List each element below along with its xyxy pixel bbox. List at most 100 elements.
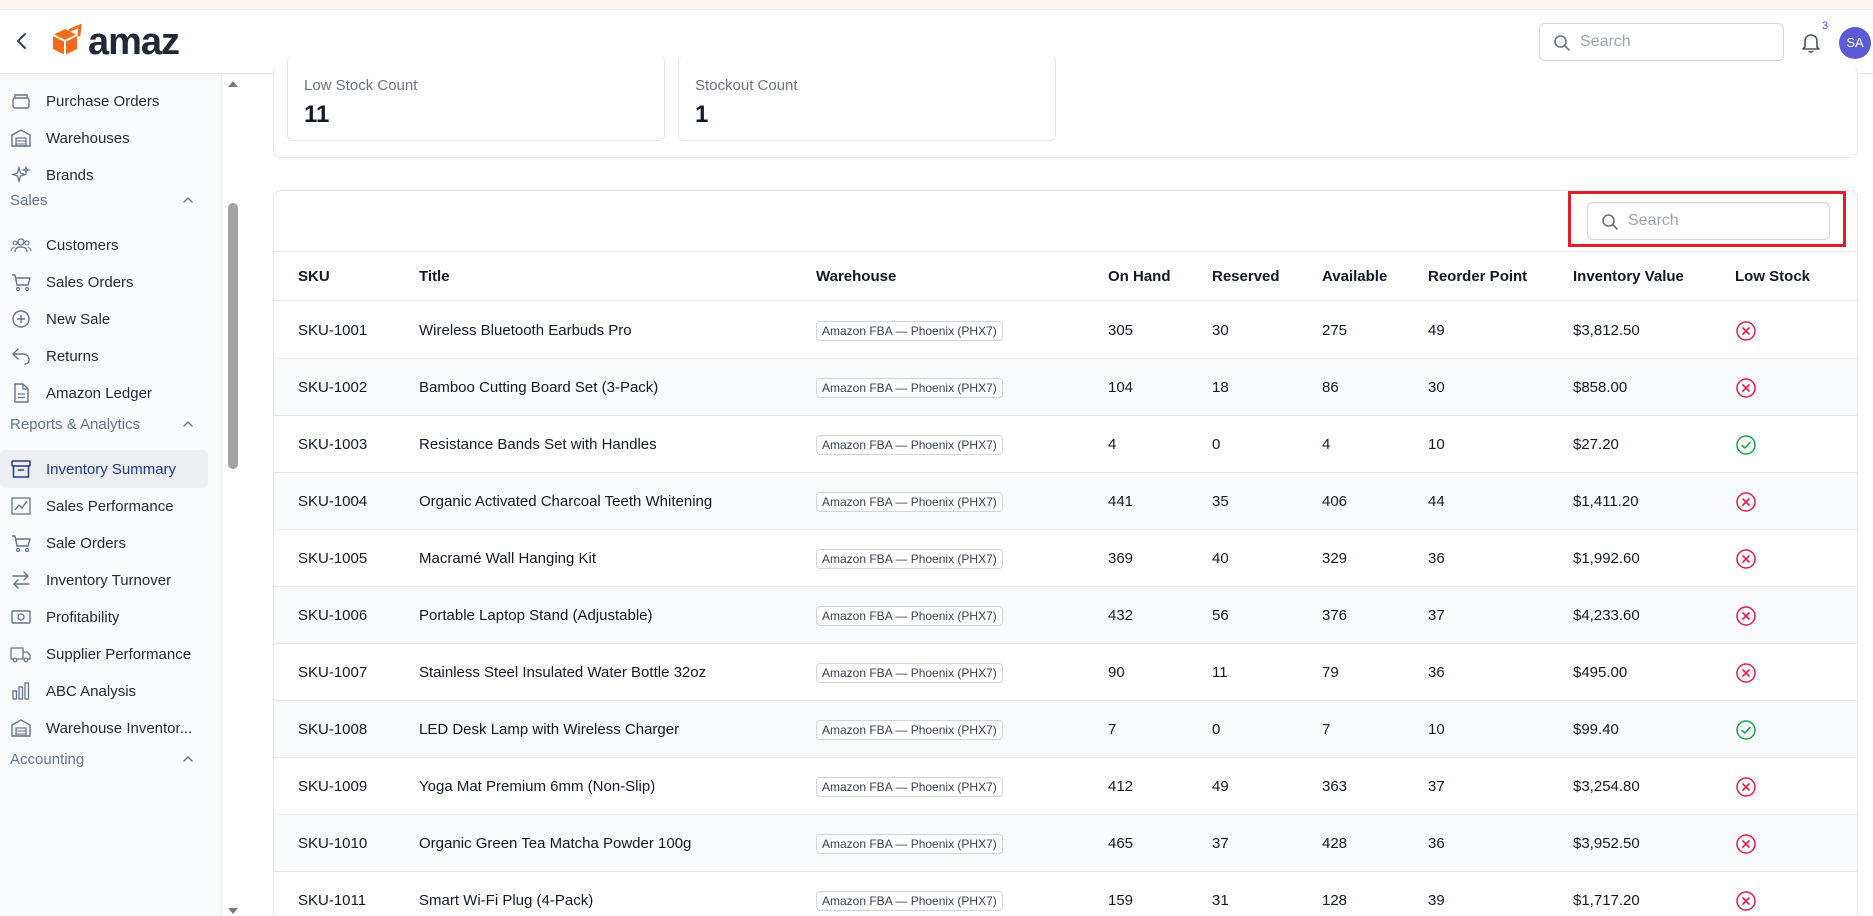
cell-on-hand: 4 (1108, 436, 1117, 453)
column-header-reserved[interactable]: Reserved (1212, 268, 1280, 285)
x-circle-icon (1736, 378, 1756, 398)
truck-icon (10, 647, 31, 663)
warehouse-badge: Amazon FBA — Phoenix (PHX7) (816, 777, 1003, 797)
scroll-up-arrow-icon[interactable] (226, 79, 240, 89)
column-header-sku[interactable]: SKU (298, 268, 330, 285)
notification-count: 3 (1822, 20, 1829, 32)
bar-chart-icon (12, 682, 30, 700)
column-header-reorder-point[interactable]: Reorder Point (1428, 268, 1527, 285)
sidebar-item-returns[interactable]: Returns (0, 337, 208, 375)
notifications-button[interactable] (1798, 30, 1824, 56)
sidebar-item-new-sale[interactable]: New Sale (0, 300, 208, 338)
cell-available: 86 (1322, 379, 1339, 396)
cell-available: 363 (1322, 778, 1348, 795)
section-title-reports: Reports & Analytics (10, 416, 141, 433)
sidebar-item-brands[interactable]: Brands (0, 156, 208, 194)
box-icon (12, 94, 30, 109)
search-icon (1554, 35, 1570, 51)
app-logo[interactable]: amaz (48, 22, 180, 62)
column-header-low-stock[interactable]: Low Stock (1735, 268, 1810, 285)
sidebar-item-purchase-orders[interactable]: Purchase Orders (0, 82, 208, 120)
sidebar-item-sales-orders[interactable]: Sales Orders (0, 263, 208, 301)
cell-title: Wireless Bluetooth Earbuds Pro (419, 322, 632, 339)
cell-reorder-point: 36 (1428, 664, 1445, 681)
cell-title: Stainless Steel Insulated Water Bottle 3… (419, 664, 707, 681)
table-row[interactable]: SKU-1005 Macramé Wall Hanging Kit 369 40 329… (274, 530, 1857, 587)
users-icon (10, 238, 32, 253)
sidebar-item-customers[interactable]: Customers (0, 226, 208, 264)
sidebar-scrollbar[interactable] (226, 75, 240, 916)
plus-circle-icon (12, 310, 30, 328)
cell-available: 428 (1322, 835, 1348, 852)
section-title-accounting: Accounting (10, 751, 85, 768)
cell-reorder-point: 36 (1428, 835, 1445, 852)
cell-title: Macramé Wall Hanging Kit (419, 550, 597, 567)
sidebar-item-sale-orders[interactable]: Sale Orders (0, 524, 208, 562)
cell-title: Smart Wi-Fi Plug (4-Pack) (419, 892, 594, 909)
column-header-warehouse[interactable]: Warehouse (816, 268, 896, 285)
sidebar-item-supplier-performance[interactable]: Supplier Performance (0, 635, 208, 673)
table-header: SKU Title Warehouse On Hand Reserved Ava… (274, 251, 1857, 301)
table-row[interactable]: SKU-1008 LED Desk Lamp with Wireless Char… (274, 701, 1857, 758)
cell-reserved: 49 (1212, 778, 1229, 795)
stat-value: 1 (695, 101, 709, 128)
x-circle-icon (1736, 663, 1756, 683)
scroll-down-arrow-icon[interactable] (226, 906, 240, 916)
table-row[interactable]: SKU-1009 Yoga Mat Premium 6mm (Non-Slip) 4… (274, 758, 1857, 815)
cell-inventory-value: $3,812.50 (1573, 322, 1640, 339)
sidebar-item-abc-analysis[interactable]: ABC Analysis (0, 672, 208, 710)
chevron-up-icon[interactable] (180, 416, 196, 432)
table-row[interactable]: SKU-1001 Wireless Bluetooth Earbuds Pro 30… (274, 302, 1857, 359)
chart-line-icon (11, 497, 31, 515)
column-header-on-hand[interactable]: On Hand (1108, 268, 1171, 285)
table-row[interactable]: SKU-1007 Stainless Steel Insulated Water … (274, 644, 1857, 701)
inventory-table-card: SKU Title Warehouse On Hand Reserved Ava… (273, 190, 1858, 916)
header-search[interactable] (1539, 23, 1784, 61)
cell-sku: SKU-1009 (298, 778, 368, 795)
back-button[interactable] (12, 30, 32, 52)
warehouse-badge: Amazon FBA — Phoenix (PHX7) (816, 492, 1003, 512)
table-row[interactable]: SKU-1002 Bamboo Cutting Board Set (3-Pack… (274, 359, 1857, 416)
header-search-input[interactable] (1580, 24, 1775, 60)
column-header-title[interactable]: Title (419, 268, 450, 285)
table-row[interactable]: SKU-1011 Smart Wi-Fi Plug (4-Pack) 159 31 12… (274, 872, 1857, 916)
cell-available: 275 (1322, 322, 1348, 339)
stat-low-stock: Low Stock Count 11 (287, 55, 665, 141)
cell-available: 128 (1322, 892, 1348, 909)
sidebar-item-sales-performance[interactable]: Sales Performance (0, 487, 208, 525)
cell-sku: SKU-1001 (298, 322, 368, 339)
sidebar-item-warehouse-inventory[interactable]: Warehouse Inventor... (0, 709, 208, 747)
cell-on-hand: 432 (1108, 607, 1134, 624)
cell-sku: SKU-1002 (298, 379, 368, 396)
cell-reserved: 56 (1212, 607, 1229, 624)
cell-available: 7 (1322, 721, 1331, 738)
cell-on-hand: 369 (1108, 550, 1134, 567)
chevron-up-icon[interactable] (180, 751, 196, 767)
sidebar-item-amazon-ledger[interactable]: Amazon Ledger (0, 374, 208, 412)
table-row[interactable]: SKU-1004 Organic Activated Charcoal Teeth… (274, 473, 1857, 530)
warehouse-badge: Amazon FBA — Phoenix (PHX7) (816, 321, 1003, 341)
cell-sku: SKU-1008 (298, 721, 368, 738)
avatar[interactable]: SA (1839, 27, 1871, 59)
cell-sku: SKU-1007 (298, 664, 368, 681)
sidebar-item-inventory-summary[interactable]: Inventory Summary (0, 450, 208, 488)
sidebar-scrollbar-thumb[interactable] (228, 203, 238, 469)
chevron-up-icon[interactable] (180, 192, 196, 208)
sidebar-item-profitability[interactable]: Profitability (0, 598, 208, 636)
cell-sku: SKU-1006 (298, 607, 368, 624)
table-row[interactable]: SKU-1003 Resistance Bands Set with Handle… (274, 416, 1857, 473)
sidebar-item-warehouses[interactable]: Warehouses (0, 119, 208, 157)
table-search[interactable] (1587, 202, 1830, 240)
x-circle-icon (1736, 321, 1756, 341)
table-row[interactable]: SKU-1010 Organic Green Tea Matcha Powder … (274, 815, 1857, 872)
column-header-available[interactable]: Available (1322, 268, 1387, 285)
cell-title: Bamboo Cutting Board Set (3-Pack) (419, 379, 659, 396)
table-search-input[interactable] (1628, 203, 1823, 239)
column-header-inventory-value[interactable]: Inventory Value (1573, 268, 1684, 285)
cell-reserved: 18 (1212, 379, 1229, 396)
sidebar-item-inventory-turnover[interactable]: Inventory Turnover (0, 561, 208, 599)
cell-reorder-point: 44 (1428, 493, 1445, 510)
x-circle-icon (1736, 492, 1756, 512)
chevron-left-icon (17, 33, 26, 49)
table-row[interactable]: SKU-1006 Portable Laptop Stand (Adjustabl… (274, 587, 1857, 644)
